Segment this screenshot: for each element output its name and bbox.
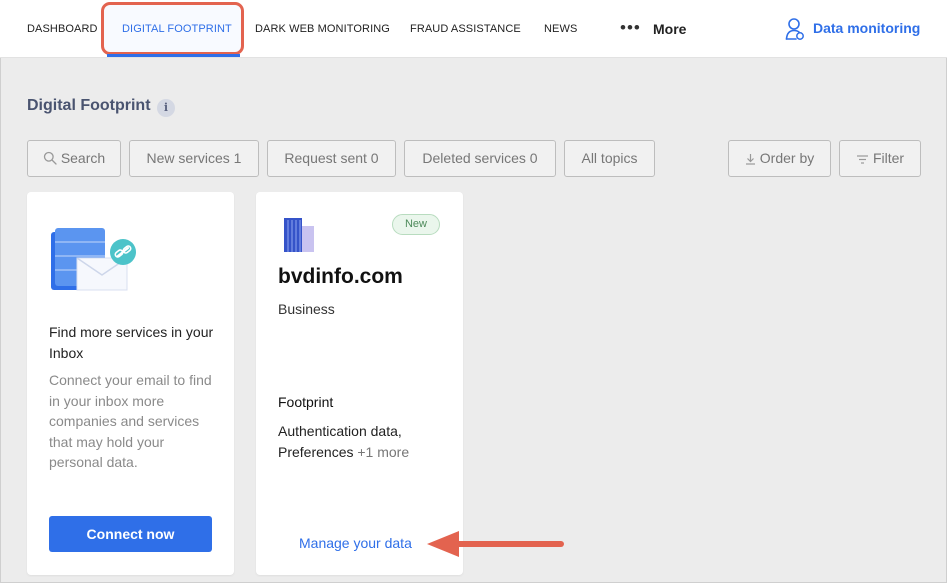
filter-icon <box>856 155 868 164</box>
footprint-items: Authentication data, Preferences +1 more <box>278 421 448 462</box>
download-sort-icon <box>745 154 755 165</box>
active-tab-underline <box>107 54 240 57</box>
connect-now-button[interactable]: Connect now <box>49 516 212 552</box>
building-icon <box>284 218 314 252</box>
service-name: bvdinfo.com <box>278 265 403 288</box>
service-category: Business <box>278 301 335 317</box>
search-icon <box>43 151 57 165</box>
inbox-services-card: Find more services in your Inbox Connect… <box>27 192 234 575</box>
email-link-icon <box>51 228 136 291</box>
footprint-more[interactable]: +1 more <box>357 444 409 460</box>
new-services-filter[interactable]: New services 1 <box>129 140 259 177</box>
nav-item-fraud-assistance[interactable]: FRAUD ASSISTANCE <box>410 0 521 58</box>
search-label: Search <box>60 150 106 166</box>
info-icon[interactable]: i <box>157 99 175 117</box>
nav-item-dark-web-monitoring[interactable]: DARK WEB MONITORING <box>255 0 390 58</box>
service-card[interactable]: New bvdinfo.com Business Footprint Authe… <box>256 192 463 575</box>
inbox-card-description: Connect your email to find in your inbox… <box>49 372 212 470</box>
filter-label: Filter <box>872 150 905 166</box>
inbox-card-title: Find more services in your Inbox <box>49 324 214 361</box>
user-icon[interactable] <box>785 17 805 41</box>
footprint-heading: Footprint <box>278 394 334 410</box>
nav-item-digital-footprint[interactable]: DIGITAL FOOTPRINT <box>122 0 232 58</box>
request-sent-filter[interactable]: Request sent 0 <box>267 140 396 177</box>
top-navigation: DASHBOARD DIGITAL FOOTPRINT DARK WEB MON… <box>0 0 947 58</box>
search-button[interactable]: Search <box>27 140 121 177</box>
data-monitoring-link[interactable]: Data monitoring <box>813 0 920 58</box>
deleted-services-filter[interactable]: Deleted services 0 <box>404 140 556 177</box>
filter-button[interactable]: Filter <box>839 140 921 177</box>
new-badge: New <box>392 214 440 235</box>
ellipsis-icon[interactable]: ••• <box>620 0 641 58</box>
order-by-button[interactable]: Order by <box>728 140 831 177</box>
nav-item-dashboard[interactable]: DASHBOARD <box>27 0 98 58</box>
nav-item-news[interactable]: NEWS <box>544 0 577 58</box>
all-topics-filter[interactable]: All topics <box>564 140 655 177</box>
annotation-arrow-icon <box>427 531 564 557</box>
page-title: Digital Footprint <box>27 97 151 114</box>
order-by-label: Order by <box>759 150 815 166</box>
manage-your-data-link[interactable]: Manage your data <box>299 535 412 551</box>
more-menu-button[interactable]: More <box>653 0 686 58</box>
